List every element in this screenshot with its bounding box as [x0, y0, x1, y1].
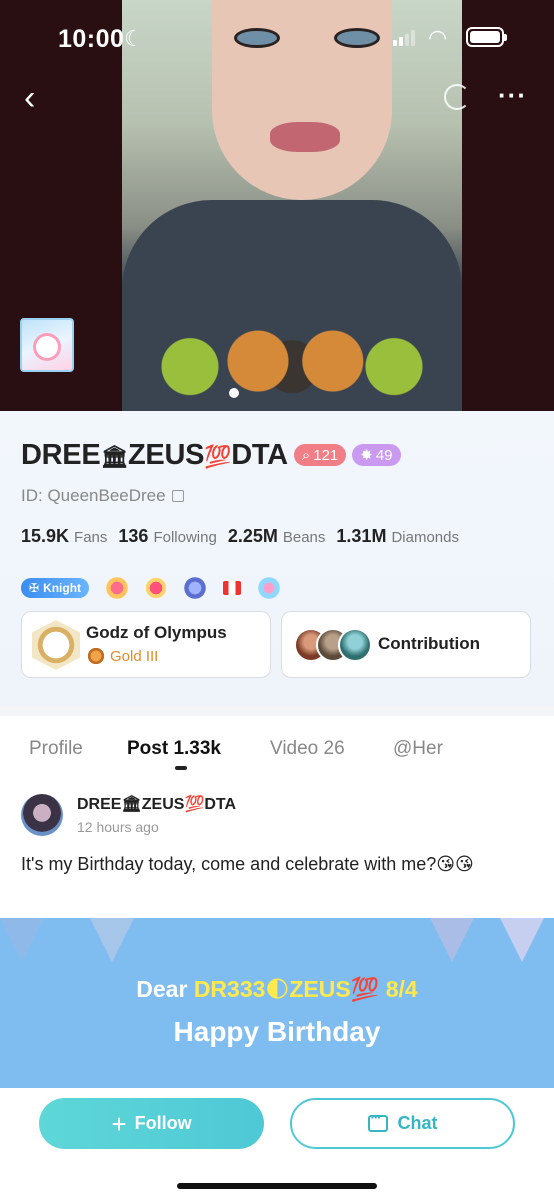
home-indicator [177, 1183, 377, 1189]
fans-count[interactable]: 15.9K [21, 526, 69, 547]
profile-tabs: Profile Post 1.33k Video 26 @Her [0, 716, 554, 774]
post-text: It's my Birthday today, come and celebra… [21, 854, 474, 874]
tab-profile[interactable]: Profile [29, 738, 83, 760]
family-emblem-icon [32, 620, 80, 670]
avatar [338, 628, 372, 662]
canada-flag-icon[interactable] [223, 581, 242, 595]
medals-row: ✠ Knight [21, 577, 284, 599]
section-divider [0, 706, 554, 716]
photo-lips [270, 122, 340, 152]
name-row: DREE🏛ZEUS💯DTA ⌕ 121 ✸ 49 [21, 439, 401, 471]
focus-moon-icon: ☾ [124, 26, 144, 51]
signal-icon [393, 30, 415, 46]
heart-medal-icon[interactable] [145, 577, 168, 599]
chat-bubble-icon [367, 1110, 388, 1132]
follow-label: Follow [134, 1113, 192, 1133]
cards-row: Godz of Olympus Gold III Contribution [21, 611, 531, 678]
family-rank: Gold III [86, 647, 158, 665]
beans-count: 2.25M [227, 526, 278, 546]
knight-icon: ✠ [29, 581, 40, 595]
profile-name: DREE🏛ZEUS💯DTA [21, 438, 288, 471]
copy-icon[interactable] [171, 490, 184, 502]
wings-medal-icon[interactable] [103, 577, 132, 599]
bottom-action-bar: + Follow Chat [0, 1088, 554, 1200]
user-id: ID: QueenBeeDree [21, 486, 184, 506]
contributor-avatars [294, 628, 372, 662]
bunting-flag [90, 918, 134, 962]
star-icon: ✸ [360, 447, 373, 464]
bunting-flag [500, 918, 544, 962]
profile-cover[interactable]: 10:00 ☾ ◠ ‹ ··· [0, 0, 554, 411]
post-author-avatar[interactable] [21, 794, 63, 836]
tab-indicator [175, 766, 187, 770]
bunting-flag [430, 918, 474, 962]
carousel-dot [229, 388, 239, 398]
contribution-label: Contribution [378, 634, 480, 653]
birthday-title: Happy Birthday [173, 1016, 381, 1047]
family-name: Godz of Olympus [86, 623, 227, 642]
chat-button[interactable]: Chat [290, 1098, 515, 1149]
battery-icon [466, 27, 507, 47]
photo-shirt-print [122, 300, 462, 411]
knight-badge[interactable]: ✠ Knight [21, 578, 90, 598]
profile-info: DREE🏛ZEUS💯DTA ⌕ 121 ✸ 49 ID: QueenBeeDree … [0, 411, 554, 706]
chat-label: Chat [397, 1113, 438, 1133]
user-id-label: ID: QueenBeeDree [21, 486, 166, 505]
plus-icon: + [111, 1108, 127, 1139]
beans-label: Beans [282, 529, 326, 546]
post-image[interactable]: Dear DR333🌓ZEUS💯 8/4 Happy Birthday [0, 918, 554, 1088]
following-count[interactable]: 136 [118, 526, 148, 547]
family-rank-label: Gold III [110, 647, 159, 665]
follow-button[interactable]: + Follow [39, 1098, 264, 1149]
tab-video[interactable]: Video 26 [270, 738, 345, 760]
contribution-card[interactable]: Contribution [281, 611, 531, 678]
following-label[interactable]: Following [153, 529, 216, 546]
gift-thumbnail[interactable] [20, 318, 74, 372]
back-arrow-icon[interactable]: ‹ [24, 78, 60, 118]
post-author-name[interactable]: DREE🏛ZEUS💯DTA [77, 794, 236, 814]
fans-label[interactable]: Fans [74, 529, 107, 546]
post-timestamp: 12 hours ago [77, 819, 159, 835]
more-icon[interactable]: ··· [498, 80, 527, 111]
status-time: 10:00 [58, 25, 125, 53]
tab-post[interactable]: Post 1.33k [127, 738, 221, 760]
rank-icon [86, 647, 106, 665]
wifi-icon: ◠ [428, 25, 448, 50]
diamonds-label: Diamonds [391, 529, 459, 546]
share-icon[interactable] [444, 84, 470, 110]
toy-gun-medal-icon[interactable] [255, 577, 284, 599]
level-badge[interactable]: ⌕ 121 [293, 444, 347, 466]
stats-row: 15.9K Fans 136 Following 2.25M Beans 1.3… [21, 526, 470, 547]
vip-badge[interactable]: ✸ 49 [352, 444, 401, 466]
tab-mentions[interactable]: @Her [393, 738, 443, 760]
birthday-dear-line: Dear DR333🌓ZEUS💯 8/4 [136, 976, 418, 1002]
status-bar: 10:00 ☾ ◠ [0, 0, 554, 70]
family-card[interactable]: Godz of Olympus Gold III [21, 611, 271, 678]
bunting-flag [0, 918, 44, 962]
diamonds-count: 1.31M [336, 526, 387, 546]
crest-medal-icon[interactable] [181, 577, 210, 599]
search-level-icon: ⌕ [301, 446, 311, 464]
